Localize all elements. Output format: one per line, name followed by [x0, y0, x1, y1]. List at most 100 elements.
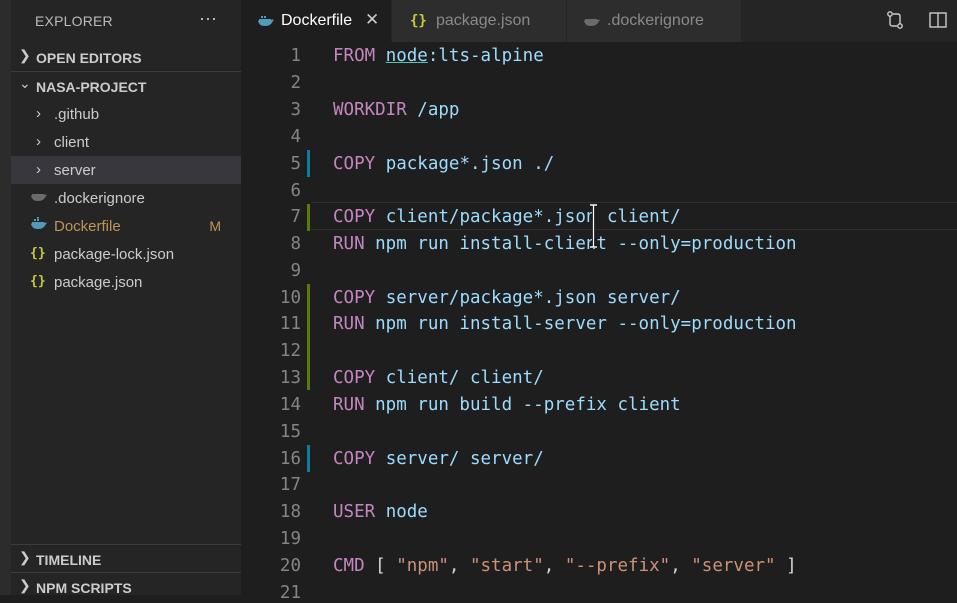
line-number: 8 — [290, 234, 301, 254]
keyword: FROM — [333, 46, 376, 66]
line-number: 18 — [279, 502, 301, 522]
line-number: 1 — [290, 46, 301, 66]
file-label: package.json — [54, 274, 143, 291]
modified-badge: M — [209, 218, 221, 234]
docker-icon — [583, 14, 601, 33]
git-added-marker — [307, 284, 310, 390]
line-number: 6 — [290, 181, 301, 201]
line-number: 7 — [290, 207, 301, 227]
section-timeline[interactable]: ❯ TIMELINE — [11, 545, 241, 573]
file-package-lock[interactable]: {} package-lock.json — [11, 240, 241, 268]
code-line: USER node — [333, 502, 428, 522]
close-icon[interactable]: ✕ — [365, 10, 379, 30]
code-text: server/ server/ — [375, 449, 544, 469]
code-line: COPY client/package*.json client/ — [333, 207, 681, 227]
folder-label: client — [54, 134, 90, 151]
line-number: 19 — [279, 529, 301, 549]
docker-icon — [30, 217, 48, 234]
folder-label: server — [54, 162, 96, 179]
docker-icon — [257, 14, 275, 33]
line-number: 4 — [290, 127, 301, 147]
code-line: COPY package*.json ./ — [333, 154, 554, 174]
tab-dockerfile[interactable]: Dockerfile ✕ — [241, 0, 391, 42]
folder-label: .github — [54, 106, 100, 123]
tab-dockerignore[interactable]: .dockerignore — [567, 0, 741, 42]
code-text: npm run build --prefix client — [364, 395, 681, 415]
keyword: RUN — [333, 395, 365, 415]
keyword: RUN — [333, 314, 365, 334]
line-number: 9 — [290, 261, 301, 281]
tab-package-json[interactable]: {} package.json — [392, 0, 566, 42]
file-dockerignore[interactable]: .dockerignore — [11, 184, 241, 212]
section-label: OPEN EDITORS — [36, 50, 142, 66]
compare-changes-icon[interactable] — [885, 10, 905, 35]
code-text: :lts-alpine — [427, 46, 544, 66]
image-name: node — [385, 46, 428, 66]
code-text: npm run install-server --only=production — [364, 314, 797, 334]
keyword: COPY — [333, 207, 376, 227]
chevron-down-icon: ⌄ — [19, 75, 31, 91]
code-editor[interactable]: 1 2 3 4 5 6 7 8 9 10 11 12 13 14 15 16 1… — [241, 42, 957, 603]
string: "npm" — [396, 556, 449, 576]
split-editor-icon[interactable] — [928, 10, 948, 35]
line-number: 12 — [279, 341, 301, 361]
keyword: COPY — [333, 288, 376, 308]
code-line: CMD [ "npm", "start", "--prefix", "serve… — [333, 556, 797, 576]
explorer-header: EXPLORER ··· — [11, 0, 241, 42]
section-nasa-project[interactable]: ⌄ NASA-PROJECT — [11, 72, 241, 100]
chevron-right-icon: ❯ — [19, 47, 31, 63]
code-text: , — [448, 556, 470, 576]
tab-label: .dockerignore — [607, 12, 704, 29]
git-added-marker — [307, 204, 310, 231]
file-package-json[interactable]: {} package.json — [11, 268, 241, 296]
section-open-editors[interactable]: ❯ OPEN EDITORS — [11, 43, 241, 71]
chevron-right-icon: › — [36, 105, 41, 122]
chevron-right-icon: ❯ — [19, 577, 31, 593]
code-line: COPY client/ client/ — [333, 368, 544, 388]
line-number: 15 — [279, 422, 301, 442]
explorer-title: EXPLORER — [35, 13, 113, 29]
keyword: COPY — [333, 368, 376, 388]
line-number: 17 — [279, 475, 301, 495]
docker-icon — [30, 189, 48, 206]
line-number: 10 — [279, 288, 301, 308]
string: "server" — [691, 556, 776, 576]
code-line: RUN npm run install-server --only=produc… — [333, 314, 797, 334]
code-text: , — [543, 556, 565, 576]
folder-github[interactable]: › .github — [11, 100, 241, 128]
mouse-ibeam-cursor — [589, 203, 598, 249]
line-number: 13 — [279, 368, 301, 388]
json-icon: {} — [30, 274, 46, 289]
code-line: FROM node:lts-alpine — [333, 46, 544, 66]
code-text: npm run install-client --only=production — [364, 234, 797, 254]
section-label: NPM SCRIPTS — [36, 580, 132, 596]
section-label: TIMELINE — [36, 552, 102, 568]
code-text: ] — [775, 556, 797, 576]
folder-client[interactable]: › client — [11, 128, 241, 156]
string: "--prefix" — [564, 556, 671, 576]
line-number: 14 — [279, 395, 301, 415]
code-text: [ — [364, 556, 397, 576]
json-icon: {} — [410, 13, 427, 29]
tab-bar: Dockerfile ✕ {} package.json .dockerigno… — [241, 0, 957, 42]
file-dockerfile[interactable]: Dockerfile M — [11, 212, 241, 240]
code-text: package*.json ./ — [375, 154, 555, 174]
section-label: NASA-PROJECT — [36, 79, 147, 95]
line-number: 20 — [279, 556, 301, 576]
json-icon: {} — [30, 246, 46, 261]
section-npm-scripts[interactable]: ❯ NPM SCRIPTS — [11, 573, 241, 601]
keyword: CMD — [333, 556, 365, 576]
code-text: client/ client/ — [375, 368, 544, 388]
keyword: COPY — [333, 154, 376, 174]
line-number: 2 — [290, 73, 301, 93]
more-actions-icon[interactable]: ··· — [199, 8, 217, 29]
code-line: WORKDIR /app — [333, 100, 459, 120]
file-label: Dockerfile — [54, 218, 121, 235]
folder-server[interactable]: › server — [11, 156, 241, 184]
code-line: COPY server/package*.json server/ — [333, 288, 681, 308]
keyword: USER — [333, 502, 376, 522]
git-modified-marker — [307, 150, 310, 177]
code-line: RUN npm run build --prefix client — [333, 395, 681, 415]
line-number: 16 — [279, 449, 301, 469]
chevron-right-icon: ❯ — [19, 549, 31, 565]
